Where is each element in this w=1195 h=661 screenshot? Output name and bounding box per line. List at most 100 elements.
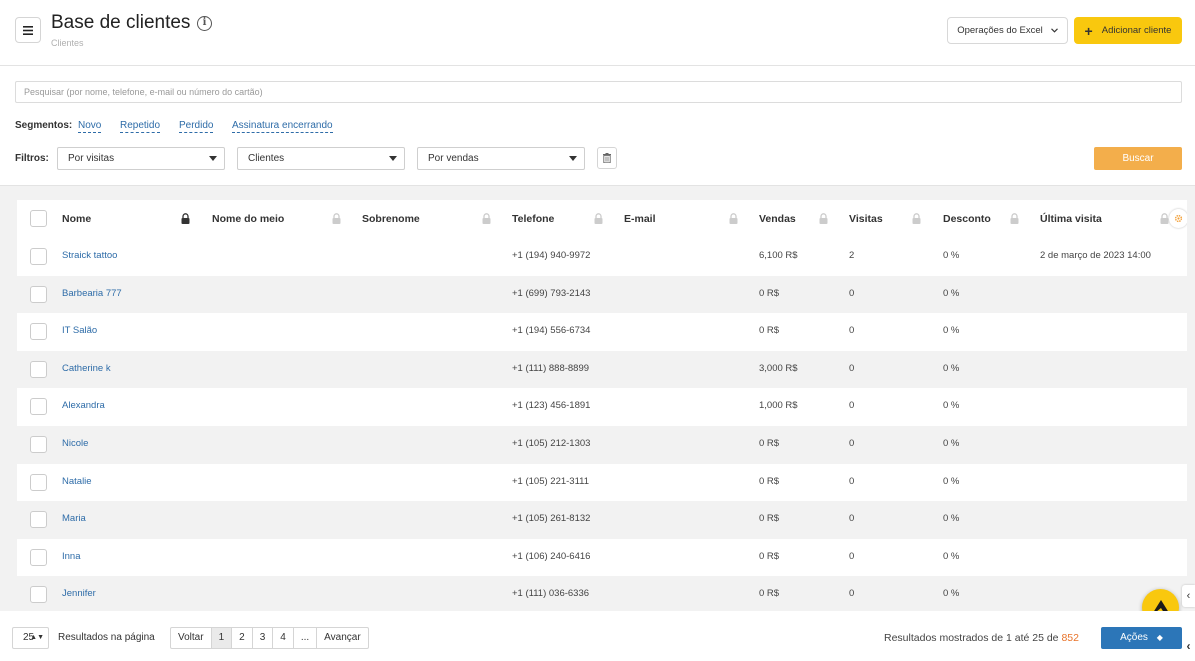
lock-icon[interactable] xyxy=(181,213,190,224)
table-row[interactable]: Inna +1 (106) 240-6416 0 R$ 0 0 % xyxy=(17,539,1187,577)
phone-cell: +1 (699) 793-2143 xyxy=(512,287,591,299)
client-name-link[interactable]: Natalie xyxy=(62,476,92,487)
discount-cell: 0 % xyxy=(943,287,960,299)
table-row[interactable]: Maria +1 (105) 261-8132 0 R$ 0 0 % xyxy=(17,501,1187,539)
lock-icon[interactable] xyxy=(819,213,828,224)
lock-icon[interactable] xyxy=(482,213,491,224)
client-name-link[interactable]: Inna xyxy=(62,551,81,562)
sales-cell: 1,000 R$ xyxy=(759,400,798,412)
prev-page-button[interactable]: Voltar xyxy=(171,628,212,648)
lock-icon[interactable] xyxy=(912,213,921,224)
discount-cell: 0 % xyxy=(943,475,960,487)
table-row[interactable]: IT Salão +1 (194) 556-6734 0 R$ 0 0 % xyxy=(17,313,1187,351)
segment-new[interactable]: Novo xyxy=(78,120,102,133)
lock-icon[interactable] xyxy=(594,213,603,224)
chevron-left-icon: ‹ xyxy=(1186,590,1191,602)
visits-cell: 0 xyxy=(849,550,855,562)
lock-icon[interactable] xyxy=(1010,213,1019,224)
up-down-icon: ▲▼ xyxy=(30,634,44,641)
row-checkbox[interactable] xyxy=(30,586,47,604)
row-checkbox[interactable] xyxy=(30,248,47,265)
col-surname[interactable]: Sobrenome xyxy=(362,213,420,225)
search-button[interactable]: Buscar xyxy=(1094,147,1182,170)
col-middle-name[interactable]: Nome do meio xyxy=(212,213,284,225)
excel-operations-button[interactable]: Operações do Excel xyxy=(947,17,1068,44)
sales-cell: 0 R$ xyxy=(759,588,780,600)
client-name-link[interactable]: Jennifer xyxy=(62,588,96,599)
filter-visits-value: Por visitas xyxy=(68,153,115,164)
info-icon[interactable]: i xyxy=(197,16,212,31)
row-checkbox[interactable] xyxy=(30,398,47,416)
client-name-link[interactable]: Alexandra xyxy=(62,400,105,411)
table-row[interactable]: Jennifer +1 (111) 036-6336 0 R$ 0 0 % xyxy=(17,576,1187,611)
lock-icon[interactable] xyxy=(332,213,341,224)
per-page-select[interactable]: 25 ▲▼ xyxy=(12,627,49,649)
sales-cell: 0 R$ xyxy=(759,438,780,449)
col-phone[interactable]: Telefone xyxy=(512,213,554,225)
filter-sales-select[interactable]: Por vendas xyxy=(417,147,585,170)
segment-subscription-ending[interactable]: Assinatura encerrando xyxy=(232,120,333,133)
clear-filters-button[interactable] xyxy=(597,147,617,169)
col-name[interactable]: Nome xyxy=(62,213,91,225)
side-panel-toggle[interactable]: ‹ xyxy=(1182,585,1195,607)
client-name-link[interactable]: Barbearia 777 xyxy=(62,288,122,299)
search-input[interactable] xyxy=(15,81,1182,103)
breadcrumb[interactable]: Clientes xyxy=(51,38,84,48)
row-checkbox[interactable] xyxy=(30,473,47,491)
discount-cell: 0 % xyxy=(943,362,960,374)
chevron-down-icon xyxy=(1050,28,1058,33)
filter-visits-select[interactable]: Por visitas xyxy=(57,147,225,170)
table-row[interactable]: Alexandra +1 (123) 456-1891 1,000 R$ 0 0… xyxy=(17,388,1187,426)
col-last-visit[interactable]: Última visita xyxy=(1040,213,1102,225)
menu-button[interactable] xyxy=(15,17,41,43)
col-visits[interactable]: Visitas xyxy=(849,213,883,225)
next-page-button[interactable]: Avançar xyxy=(317,628,368,648)
page-button-4[interactable]: 4 xyxy=(273,628,294,648)
table-row[interactable]: Straick tattoo +1 (194) 940-9972 6,100 R… xyxy=(17,238,1187,276)
add-client-button[interactable]: + Adicionar cliente xyxy=(1074,17,1182,44)
visits-cell: 0 xyxy=(849,325,855,337)
lock-icon[interactable] xyxy=(1160,213,1169,224)
visits-cell: 0 xyxy=(849,362,855,374)
row-checkbox[interactable] xyxy=(30,323,47,341)
lock-icon[interactable] xyxy=(729,213,738,224)
page-button-1[interactable]: 1 xyxy=(211,628,233,648)
table-row[interactable]: Natalie +1 (105) 221-3111 0 R$ 0 0 % xyxy=(17,464,1187,502)
column-settings-button[interactable] xyxy=(1169,209,1187,228)
col-sales[interactable]: Vendas xyxy=(759,213,796,225)
actions-button[interactable]: Ações ◆ xyxy=(1101,627,1182,649)
client-name-link[interactable]: Straick tattoo xyxy=(62,250,117,261)
select-all-checkbox[interactable] xyxy=(30,210,47,227)
client-name-link[interactable]: Catherine k xyxy=(62,363,111,374)
table-row[interactable]: Barbearia 777 +1 (699) 793-2143 0 R$ 0 0… xyxy=(17,275,1187,314)
client-name-link[interactable]: Maria xyxy=(62,513,86,524)
col-discount[interactable]: Desconto xyxy=(943,213,991,225)
row-checkbox[interactable] xyxy=(30,360,47,378)
row-checkbox[interactable] xyxy=(30,285,47,303)
page-ellipsis[interactable]: ... xyxy=(294,628,318,648)
row-checkbox[interactable] xyxy=(30,511,47,529)
up-down-icon: ◆ xyxy=(1156,633,1163,642)
row-checkbox[interactable] xyxy=(30,436,47,453)
clients-table: Nome Nome do meio Sobrenome Telefone E-m… xyxy=(17,200,1187,611)
segment-repeated[interactable]: Repetido xyxy=(120,120,161,133)
phone-cell: +1 (106) 240-6416 xyxy=(512,550,591,562)
table-row[interactable]: Catherine k +1 (111) 888-8899 3,000 R$ 0… xyxy=(17,350,1187,389)
page-button-2[interactable]: 2 xyxy=(232,628,253,648)
table-row[interactable]: Nicole +1 (105) 212-1303 0 R$ 0 0 % xyxy=(17,426,1187,464)
segment-lost[interactable]: Perdido xyxy=(179,120,214,133)
visits-cell: 0 xyxy=(849,400,855,412)
client-name-link[interactable]: Nicole xyxy=(62,438,88,449)
row-checkbox[interactable] xyxy=(30,548,47,566)
filter-clients-select[interactable]: Clientes xyxy=(237,147,405,170)
phone-cell: +1 (123) 456-1891 xyxy=(512,400,591,412)
client-name-link[interactable]: IT Salão xyxy=(62,325,97,336)
table-header: Nome Nome do meio Sobrenome Telefone E-m… xyxy=(17,200,1187,238)
col-email[interactable]: E-mail xyxy=(624,213,656,225)
sales-cell: 6,100 R$ xyxy=(759,250,798,261)
collapse-toggle[interactable]: ‹ xyxy=(1182,635,1195,657)
page-button-3[interactable]: 3 xyxy=(253,628,274,648)
visits-cell: 0 xyxy=(849,513,855,525)
discount-cell: 0 % xyxy=(943,250,960,261)
per-page-label: Resultados na página xyxy=(58,632,155,643)
